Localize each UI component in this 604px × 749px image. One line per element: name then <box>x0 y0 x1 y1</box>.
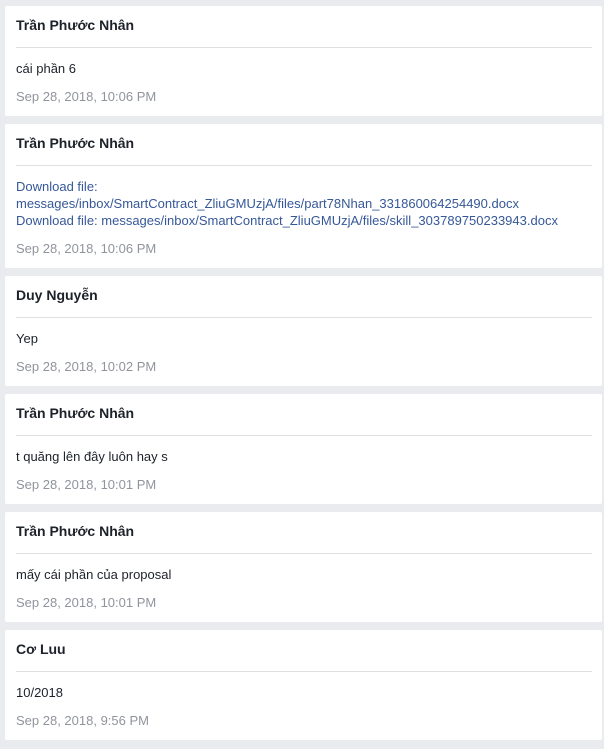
message-card: Trần Phước Nhân t quăng lên đây luôn hay… <box>5 394 602 504</box>
message-timestamp: Sep 28, 2018, 10:06 PM <box>16 89 157 104</box>
download-file-link[interactable]: Download file: <box>16 178 602 195</box>
message-card: Trần Phước Nhân Download file: messages/… <box>5 124 602 268</box>
message-sender: Duy Nguyễn <box>16 287 98 303</box>
message-sender: Trần Phước Nhân <box>16 523 135 539</box>
message-timestamp: Sep 28, 2018, 10:06 PM <box>16 241 157 256</box>
message-text: mấy cái phần của proposal <box>16 567 172 582</box>
message-timestamp: Sep 28, 2018, 10:02 PM <box>16 359 157 374</box>
message-sender: Trần Phước Nhân <box>16 17 135 33</box>
attachment-links: Download file: messages/inbox/SmartContr… <box>16 166 602 229</box>
download-file-link[interactable]: messages/inbox/SmartContract_ZliuGMUzjA/… <box>16 195 602 212</box>
message-card: Cơ Luu 10/2018 Sep 28, 2018, 9:56 PM <box>5 630 602 740</box>
download-file-link[interactable]: Download file: messages/inbox/SmartContr… <box>16 212 602 229</box>
message-card: Trần Phước Nhân mấy cái phần của proposa… <box>5 512 602 622</box>
message-timestamp: Sep 28, 2018, 10:01 PM <box>16 477 157 492</box>
message-timestamp: Sep 28, 2018, 9:56 PM <box>16 713 149 728</box>
message-card: Duy Nguyễn Yep Sep 28, 2018, 10:02 PM <box>5 276 602 386</box>
message-feed: Trần Phước Nhân cái phần 6 Sep 28, 2018,… <box>0 0 604 749</box>
message-text: Yep <box>16 331 38 346</box>
message-text: 10/2018 <box>16 685 63 700</box>
message-sender: Trần Phước Nhân <box>16 135 135 151</box>
message-timestamp: Sep 28, 2018, 10:01 PM <box>16 595 157 610</box>
message-sender: Trần Phước Nhân <box>16 405 135 421</box>
message-text: cái phần 6 <box>16 61 76 76</box>
message-sender: Cơ Luu <box>16 641 66 657</box>
message-text: t quăng lên đây luôn hay s <box>16 449 168 464</box>
message-card: Trần Phước Nhân cái phần 6 Sep 28, 2018,… <box>5 6 602 116</box>
